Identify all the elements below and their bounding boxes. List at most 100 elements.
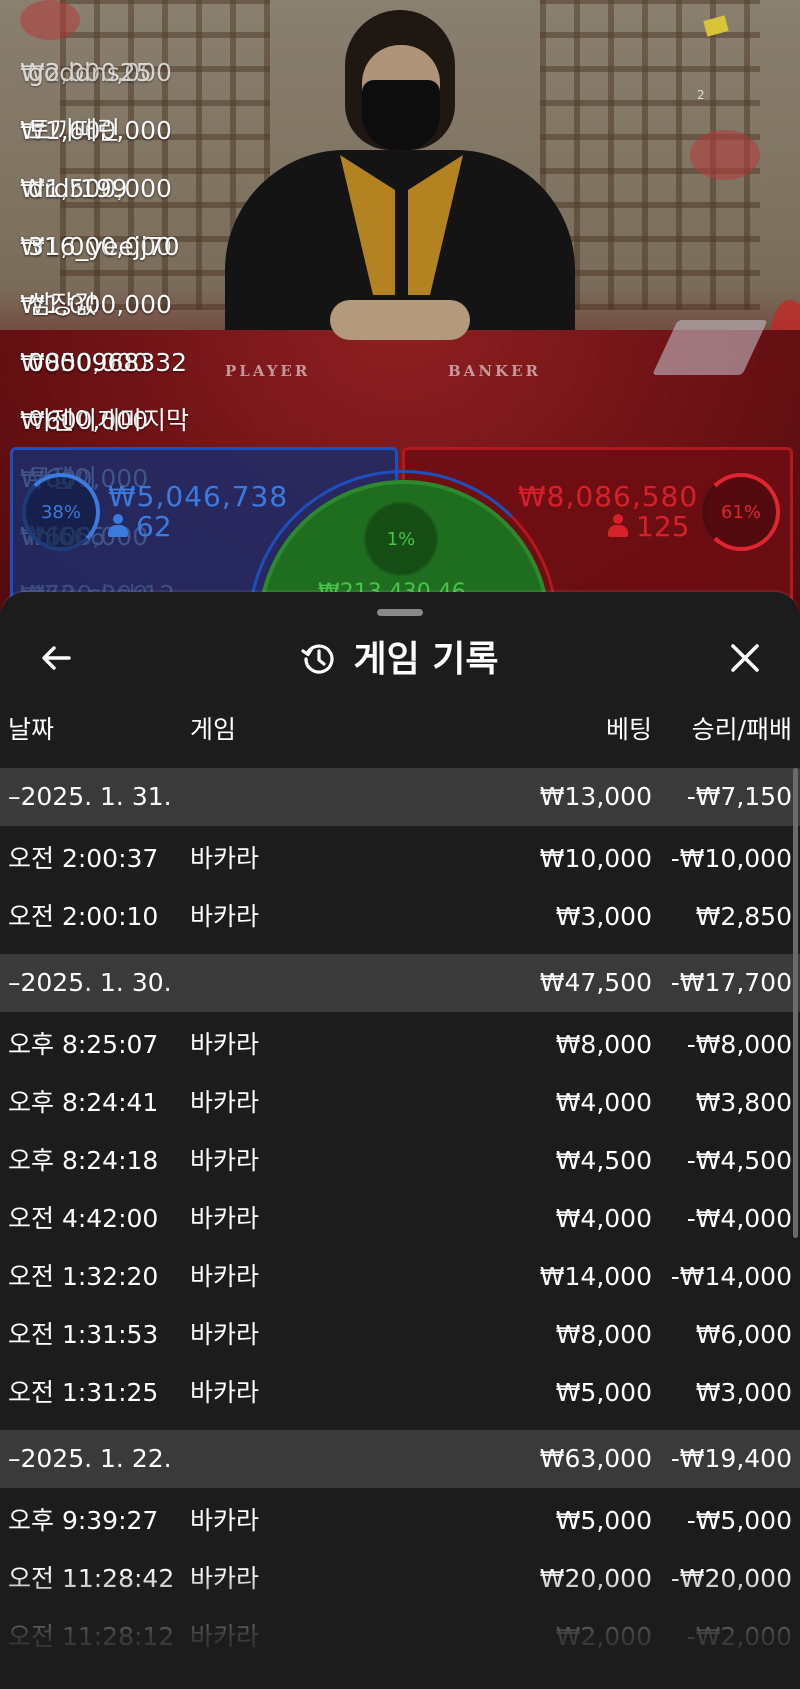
history-icon xyxy=(301,638,337,694)
group-date: –2025. 1. 30. xyxy=(8,968,172,997)
group-date: –2025. 1. 22. xyxy=(8,1444,172,1473)
row-bet: ₩4,000 xyxy=(555,1088,652,1117)
ticker-username: 심장값 xyxy=(28,290,98,319)
date-group-row[interactable]: –2025. 1. 22. ₩63,000 -₩19,400 xyxy=(0,1430,800,1488)
row-bet: ₩14,000 xyxy=(539,1262,652,1291)
banker-count-value: 125 xyxy=(636,510,690,543)
person-icon xyxy=(608,514,628,538)
row-game: 바카라 xyxy=(190,1204,260,1233)
sheet-title-area: 게임 기록 xyxy=(0,632,800,694)
history-list[interactable]: –2025. 1. 31. ₩13,000 -₩7,150 오전 2:00:37 바카라… xyxy=(0,768,800,1666)
row-game: 바카라 xyxy=(190,1262,260,1291)
history-row[interactable]: 오전 1:31:25 바카라 ₩5,000 ₩3,000 xyxy=(0,1364,800,1422)
blossom-decoration xyxy=(690,130,760,180)
row-time: 오후 8:25:07 xyxy=(8,1030,159,1059)
ticker-username: 316_yeejj70 xyxy=(28,232,180,261)
row-bet: ₩4,000 xyxy=(555,1204,652,1233)
ticker-username: drdr199 xyxy=(28,174,128,203)
player-count-value: 62 xyxy=(136,510,172,543)
row-bet: ₩5,000 xyxy=(555,1378,652,1407)
column-header-game: 게임 xyxy=(190,715,237,744)
row-game: 바카라 xyxy=(190,1088,260,1117)
row-time: 오전 11:28:12 xyxy=(8,1622,175,1651)
history-row[interactable]: 오전 11:28:42 바카라 ₩20,000 -₩20,000 xyxy=(0,1550,800,1608)
blossom-decoration xyxy=(20,0,80,40)
group-date: –2025. 1. 31. xyxy=(8,782,172,811)
player-percent-ring: 38% xyxy=(22,473,100,551)
tie-percent: 1% xyxy=(386,528,416,550)
row-time: 오후 9:39:27 xyxy=(8,1506,159,1535)
banker-total-amount: ₩8,086,580 xyxy=(518,480,699,513)
row-game: 바카라 xyxy=(190,1622,260,1651)
banker-count: 125 xyxy=(608,510,689,543)
row-game: 바카라 xyxy=(190,1146,260,1175)
banker-percent-ring: 61% xyxy=(702,473,780,551)
row-time: 오후 8:24:18 xyxy=(8,1146,159,1175)
row-time: 오전 4:42:00 xyxy=(8,1204,159,1233)
group-result-total: -₩7,150 xyxy=(686,782,792,811)
column-header-date: 날짜 xyxy=(8,715,55,744)
live-stream-background: PLAYER BANKER 2 ₩2,000,000 goddns25 ₩1,600… xyxy=(0,0,800,640)
row-result: -₩14,000 xyxy=(670,1262,792,1291)
player-count: 62 xyxy=(108,510,172,543)
close-button[interactable] xyxy=(717,630,773,686)
row-result: -₩10,000 xyxy=(670,844,792,873)
person-icon xyxy=(108,514,128,538)
row-result: -₩20,000 xyxy=(670,1564,792,1593)
badge-number: 2 xyxy=(697,88,705,102)
banker-percent: 61% xyxy=(720,501,761,523)
date-group-row[interactable]: –2025. 1. 31. ₩13,000 -₩7,150 xyxy=(0,768,800,826)
history-row[interactable]: 오후 8:25:07 바카라 ₩8,000 -₩8,000 xyxy=(0,1016,800,1074)
row-bet: ₩8,000 xyxy=(555,1320,652,1349)
player-felt-label: PLAYER xyxy=(225,362,311,380)
group-result-total: -₩19,400 xyxy=(670,1444,792,1473)
row-result: -₩4,500 xyxy=(686,1146,792,1175)
row-time: 오전 1:31:25 xyxy=(8,1378,159,1407)
date-group-row[interactable]: –2025. 1. 30. ₩47,500 -₩17,700 xyxy=(0,954,800,1012)
history-row[interactable]: 오전 1:31:53 바카라 ₩8,000 ₩6,000 xyxy=(0,1306,800,1364)
row-result: ₩2,850 xyxy=(695,902,792,931)
game-history-sheet: 게임 기록 날짜 게임 베팅 승리/패배 –2025. 1. 31. ₩13,00… xyxy=(0,592,800,1689)
group-bet-total: ₩47,500 xyxy=(539,968,652,997)
ticker-username: goddns25 xyxy=(28,58,152,87)
group-bet-total: ₩13,000 xyxy=(539,782,652,811)
row-result: -₩8,000 xyxy=(686,1030,792,1059)
ticker-username: 이젠이게마지막 xyxy=(28,406,190,435)
tie-percent-ring: 1% xyxy=(364,502,438,576)
history-row[interactable]: 오후 8:24:41 바카라 ₩4,000 ₩3,800 xyxy=(0,1074,800,1132)
player-percent: 38% xyxy=(40,501,81,523)
row-bet: ₩4,500 xyxy=(555,1146,652,1175)
column-header-bet: 베팅 xyxy=(605,715,652,744)
row-result: -₩5,000 xyxy=(686,1506,792,1535)
row-bet: ₩5,000 xyxy=(555,1506,652,1535)
history-row[interactable]: 오전 4:42:00 바카라 ₩4,000 -₩4,000 xyxy=(0,1190,800,1248)
banker-felt-label: BANKER xyxy=(448,362,541,380)
group-bet-total: ₩63,000 xyxy=(539,1444,652,1473)
row-result: ₩6,000 xyxy=(695,1320,792,1349)
history-row[interactable]: 오전 1:32:20 바카라 ₩14,000 -₩14,000 xyxy=(0,1248,800,1306)
row-game: 바카라 xyxy=(190,1030,260,1059)
row-result: ₩3,000 xyxy=(695,1378,792,1407)
history-row[interactable]: 오전 2:00:37 바카라 ₩10,000 -₩10,000 xyxy=(0,830,800,888)
row-time: 오후 8:24:41 xyxy=(8,1088,159,1117)
row-time: 오전 1:31:53 xyxy=(8,1320,159,1349)
table-header: 날짜 게임 베팅 승리/패배 xyxy=(0,710,800,758)
row-result: -₩4,000 xyxy=(686,1204,792,1233)
row-game: 바카라 xyxy=(190,1506,260,1535)
history-row[interactable]: 오후 8:24:18 바카라 ₩4,500 -₩4,500 xyxy=(0,1132,800,1190)
history-row[interactable]: 오전 11:28:12 바카라 ₩2,000 -₩2,000 xyxy=(0,1608,800,1666)
ticker-username: 토끼때린 xyxy=(28,116,121,145)
row-time: 오전 2:00:37 xyxy=(8,844,159,873)
row-game: 바카라 xyxy=(190,844,260,873)
row-bet: ₩2,000 xyxy=(555,1622,652,1651)
row-time: 오전 2:00:10 xyxy=(8,902,159,931)
player-total-amount: ₩5,046,738 xyxy=(108,480,289,513)
row-game: 바카라 xyxy=(190,1320,260,1349)
sheet-drag-handle[interactable] xyxy=(377,609,423,616)
scrollbar[interactable] xyxy=(793,768,798,1238)
close-icon xyxy=(731,644,759,672)
history-row[interactable]: 오후 9:39:27 바카라 ₩5,000 -₩5,000 xyxy=(0,1492,800,1550)
page-title: 게임 기록 xyxy=(353,639,499,680)
row-result: ₩3,800 xyxy=(695,1088,792,1117)
history-row[interactable]: 오전 2:00:10 바카라 ₩3,000 ₩2,850 xyxy=(0,888,800,946)
